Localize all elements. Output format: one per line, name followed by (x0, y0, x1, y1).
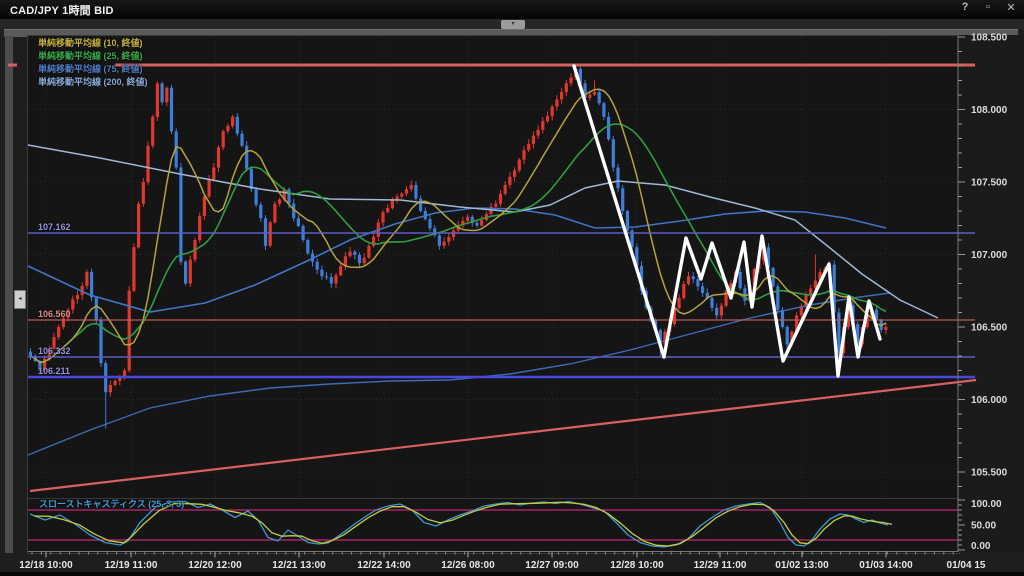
hline-label-107162: 107.162 (38, 222, 71, 232)
ma25-line (31, 124, 886, 363)
x-axis-label: 12/19 11:00 (105, 560, 158, 571)
stoch-tick-label: 50.00 (971, 521, 996, 532)
legend-item-sma200[interactable]: 単純移動平均線 (200, 終値) (38, 76, 148, 89)
hline-label-106211: 106.211 (38, 366, 70, 376)
zigzag-drawing (574, 66, 880, 376)
x-axis-label: 12/22 14:00 (357, 560, 411, 571)
hline-label-106332: 106.332 (38, 346, 71, 356)
legend-item-sma75[interactable]: 単純移動平均線 (75, 終値) (38, 63, 148, 76)
x-axis-label: 12/28 10:00 (610, 560, 664, 571)
price-axis: 108.500 108.000 107.500 107.000 106.500 106.0… (958, 33, 1008, 487)
legend-item-sma25[interactable]: 単純移動平均線 (25, 終値) (38, 50, 148, 63)
x-axis-label: 01/02 13:00 (775, 560, 829, 571)
price-tick-label: 107.000 (971, 250, 1008, 261)
price-chart[interactable]: 108.500 108.000 107.500 107.000 106.500 106.0… (0, 0, 1024, 576)
legend-item-sma10[interactable]: 単純移動平均線 (10, 終値) (38, 37, 148, 50)
trend-line (30, 380, 976, 491)
hline-label-106560: 106.560 (38, 309, 71, 319)
x-axis-label: 12/26 08:00 (441, 560, 495, 571)
price-tick-label: 106.000 (971, 395, 1008, 406)
grid-layer (28, 36, 958, 497)
indicator-legend: 単純移動平均線 (10, 終値) 単純移動平均線 (25, 終値) 単純移動平均… (38, 37, 148, 89)
price-tick-label: 108.000 (971, 105, 1008, 116)
price-tick-label: 107.500 (971, 178, 1008, 189)
x-axis-label: 12/21 13:00 (272, 560, 326, 571)
price-tick-label: 105.500 (971, 468, 1008, 479)
price-tick-label: 108.500 (971, 33, 1008, 44)
candles-layer (29, 65, 888, 429)
x-axis-label: 01/03 14:00 (859, 560, 913, 571)
x-axis-label: 01/04 15 (947, 560, 986, 571)
price-tick-label: 106.500 (971, 323, 1008, 334)
trading-app-window: CAD/JPY 1時間 BID ? ▫ ✕ ▾ ◂ 108.500108.000… (0, 0, 1024, 576)
time-axis: 12/18 10:00 12/19 11:00 12/20 12:00 12/21 1… (19, 552, 986, 572)
stoch-tick-label: 100.00 (971, 499, 1002, 510)
stochastic-label: スローストキャスティクス (25, 3, 3) (39, 497, 184, 510)
x-axis-label: 12/20 12:00 (188, 560, 242, 571)
x-axis-label: 12/27 09:00 (525, 560, 579, 571)
ma-lower-line (28, 293, 890, 455)
x-axis-label: 12/29 11:00 (694, 560, 747, 571)
stoch-tick-label: 0.00 (971, 541, 991, 552)
x-axis-label: 12/18 10:00 (19, 560, 73, 571)
